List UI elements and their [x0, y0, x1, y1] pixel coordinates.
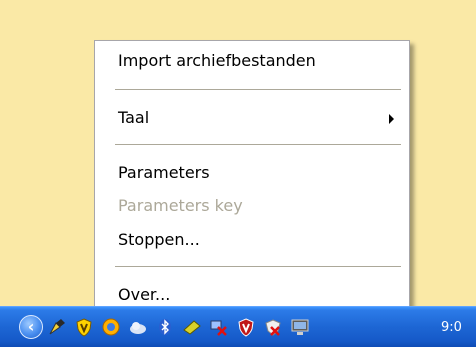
pen-tool-icon[interactable]	[46, 316, 67, 337]
monitor-icon[interactable]	[289, 316, 310, 337]
taskbar: ‹ 9:0	[0, 306, 476, 347]
antivirus-shield-icon[interactable]	[235, 316, 256, 337]
menu-separator	[115, 266, 401, 267]
menu-item-import-archives[interactable]: Import archiefbestanden	[96, 46, 408, 76]
system-tray	[46, 316, 310, 340]
network-globe-icon[interactable]	[100, 316, 121, 337]
tray-context-menu: Import archiefbestanden Taal Parameters …	[94, 40, 410, 318]
menu-item-parameters-key: Parameters key	[118, 196, 243, 215]
security-alert-icon[interactable]	[262, 316, 283, 337]
usb-stick-icon[interactable]	[181, 316, 202, 337]
shield-icon[interactable]	[73, 316, 94, 337]
menu-separator	[115, 89, 401, 90]
menu-item-stop[interactable]: Stoppen...	[96, 225, 408, 255]
cloud-icon[interactable]	[127, 316, 148, 337]
bluetooth-icon[interactable]	[154, 316, 175, 337]
network-disconnected-icon[interactable]	[208, 316, 229, 337]
submenu-arrow-icon	[389, 114, 394, 124]
menu-item-parameters[interactable]: Parameters	[96, 158, 408, 188]
tray-expand-icon[interactable]: ‹	[19, 315, 43, 339]
menu-item-language[interactable]: Taal	[96, 103, 408, 133]
taskbar-clock[interactable]: 9:0	[441, 320, 462, 335]
menu-item-language-label: Taal	[118, 108, 150, 127]
menu-separator	[115, 144, 401, 145]
